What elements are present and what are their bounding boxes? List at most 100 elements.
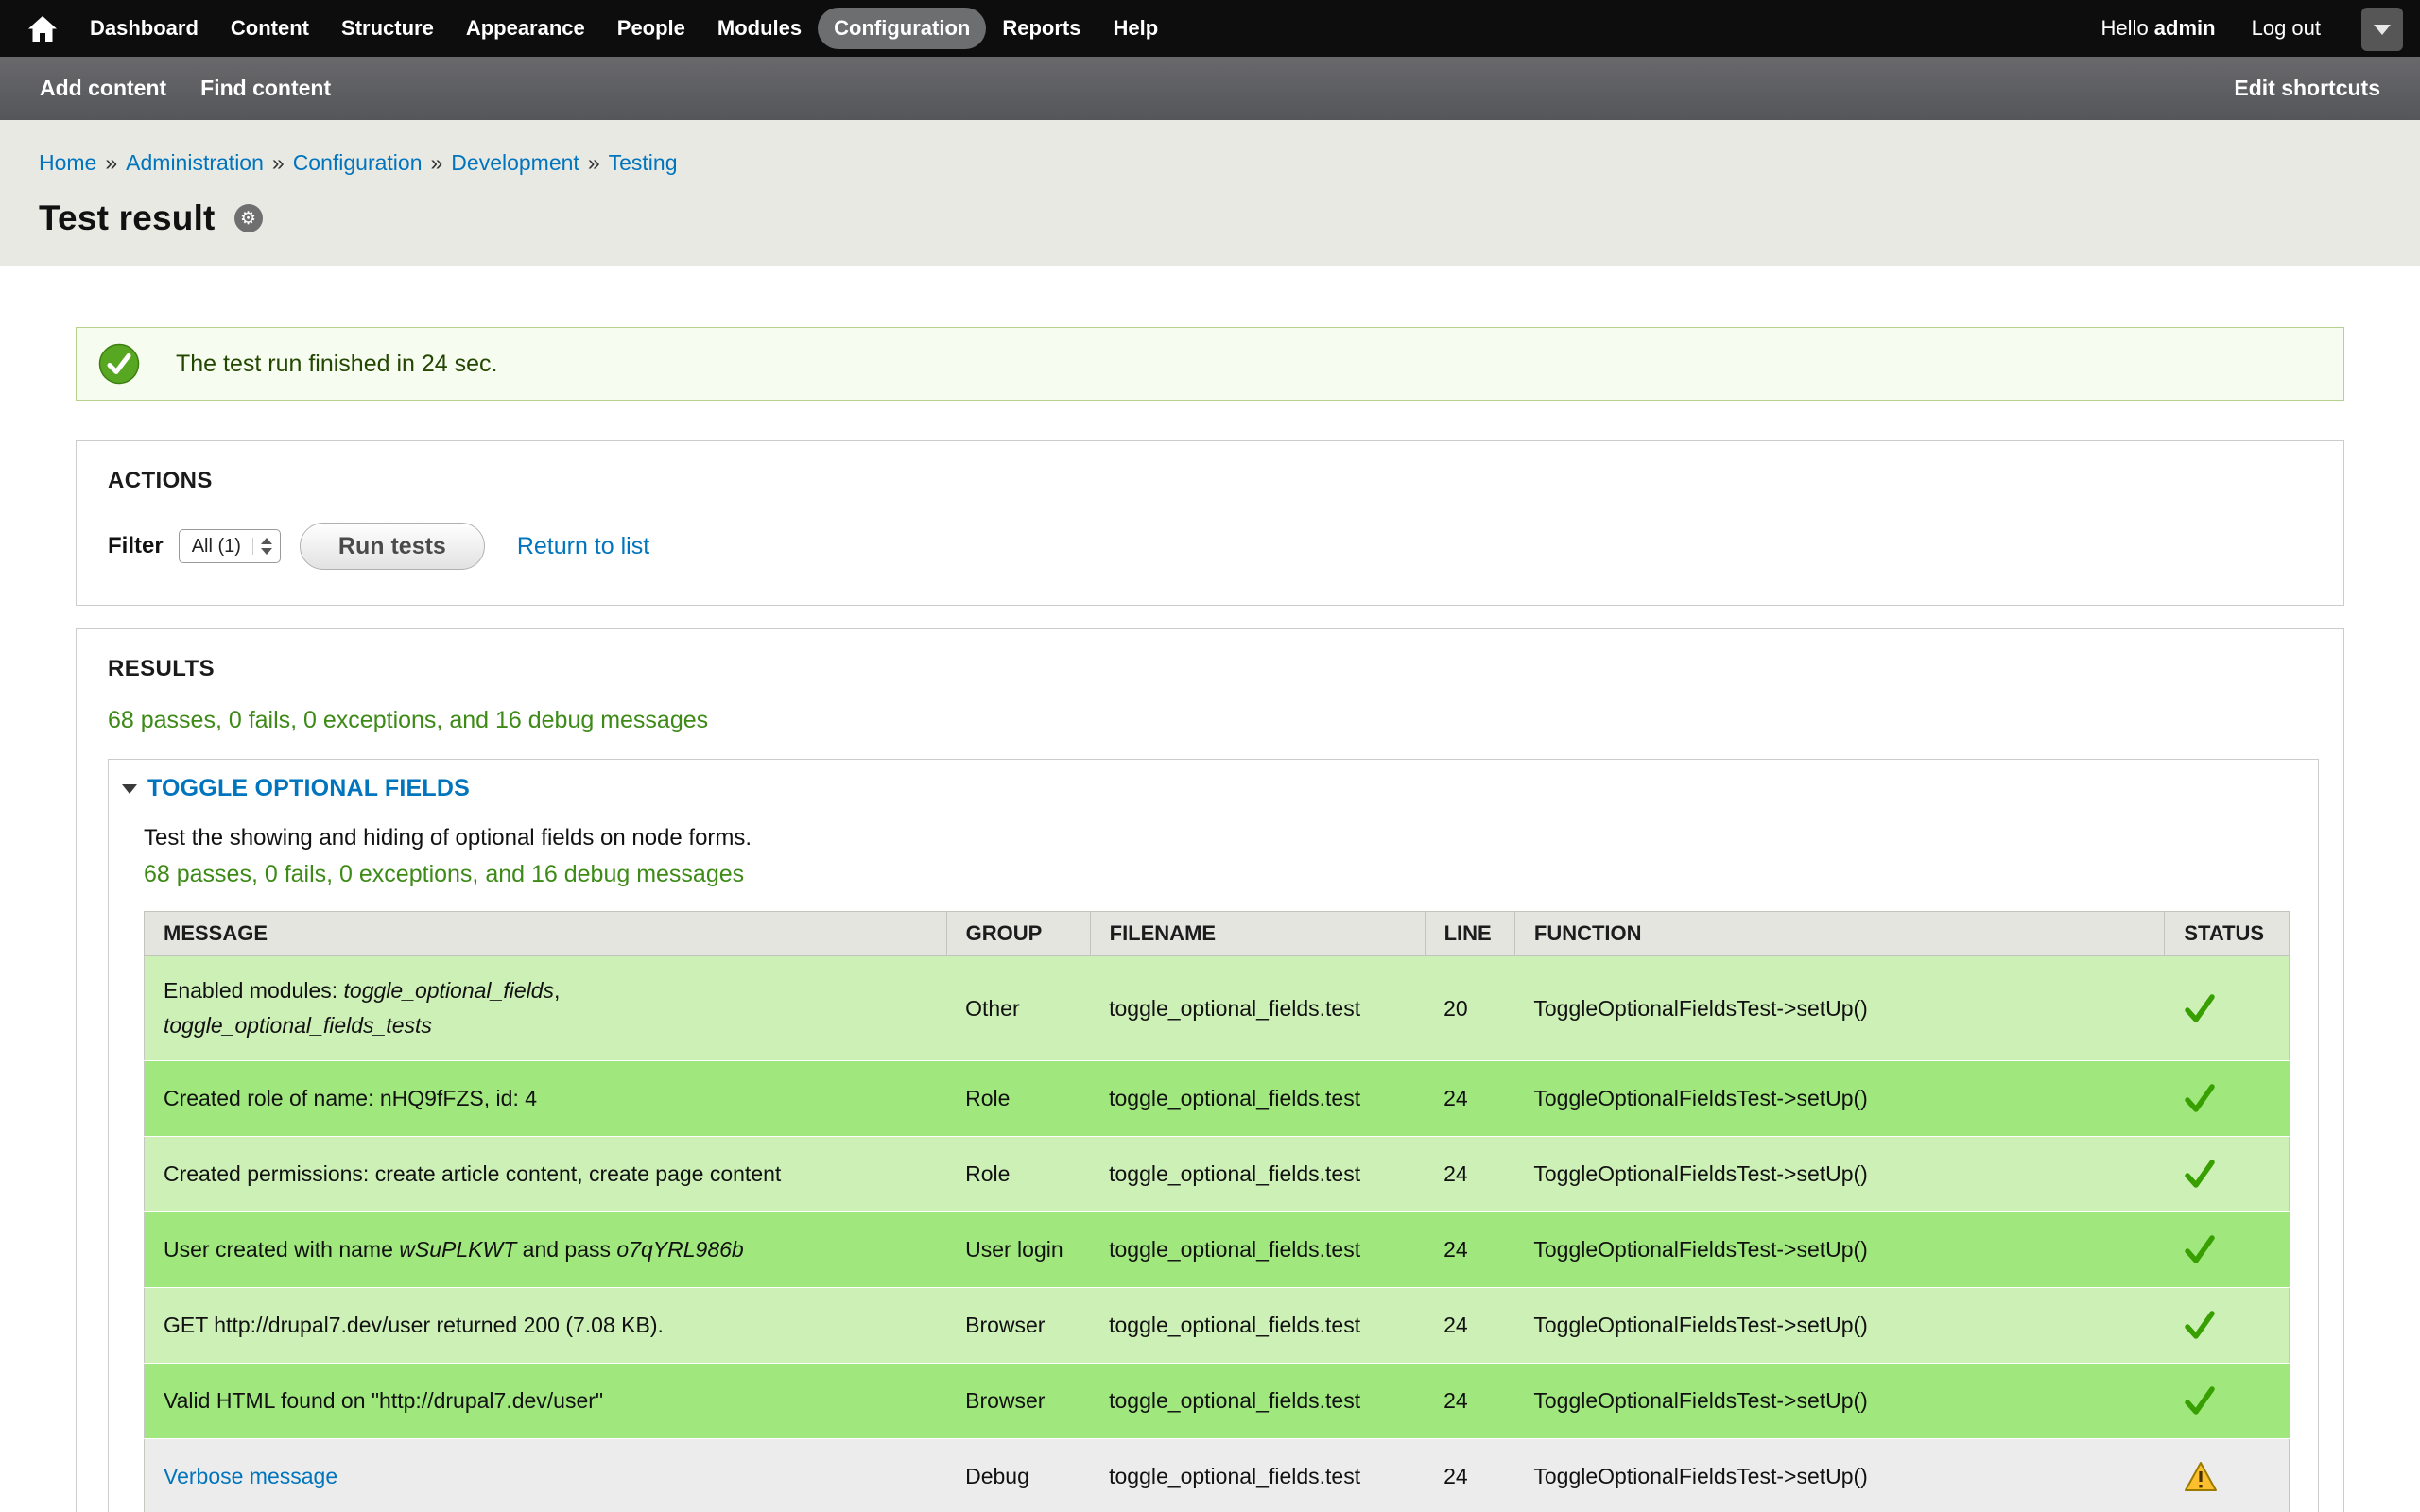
table-row: Created role of name: nHQ9fFZS, id: 4Rol… <box>145 1061 2290 1137</box>
message-text: wSuPLKWT <box>399 1237 516 1262</box>
cell-filename: toggle_optional_fields.test <box>1090 1364 1425 1439</box>
edit-shortcuts-link[interactable]: Edit shortcuts <box>2234 76 2380 101</box>
cell-filename: toggle_optional_fields.test <box>1090 1439 1425 1512</box>
table-row: Verbose message Debugtoggle_optional_fiel… <box>145 1439 2290 1512</box>
logout-link[interactable]: Log out <box>2252 16 2321 41</box>
toolbar-item-content[interactable]: Content <box>215 8 325 49</box>
status-message: The test run finished in 24 sec. <box>76 327 2344 401</box>
message-text: Enabled modules: <box>164 978 344 1003</box>
toolbar-item-people[interactable]: People <box>601 8 701 49</box>
message-text: , <box>554 978 560 1003</box>
actions-heading: ACTIONS <box>108 468 2315 494</box>
breadcrumb-home[interactable]: Home <box>39 150 96 175</box>
pass-icon <box>2184 1235 2216 1264</box>
cell-line: 24 <box>1425 1212 1514 1288</box>
select-arrows-icon <box>252 538 272 555</box>
toolbar-item-help[interactable]: Help <box>1097 8 1174 49</box>
message-text: toggle_optional_fields_tests <box>164 1013 432 1038</box>
filter-select[interactable]: All (1) <box>179 529 281 563</box>
test-group-fieldset: TOGGLE OPTIONAL FIELDS Test the showing … <box>108 759 2319 1512</box>
toolbar-item-dashboard[interactable]: Dashboard <box>74 8 215 49</box>
breadcrumb-testing[interactable]: Testing <box>609 150 678 175</box>
breadcrumb-separator: » <box>105 150 117 175</box>
user-greeting: Hello admin <box>2101 16 2216 41</box>
message-text: o7qYRL986b <box>616 1237 743 1262</box>
toolbar-item-reports[interactable]: Reports <box>986 8 1097 49</box>
cell-status <box>2165 1212 2290 1288</box>
pass-icon <box>2184 1386 2216 1416</box>
cell-line: 20 <box>1425 956 1514 1061</box>
cell-filename: toggle_optional_fields.test <box>1090 1137 1425 1212</box>
breadcrumb-administration[interactable]: Administration <box>126 150 264 175</box>
table-row: GET http://drupal7.dev/user returned 200… <box>145 1288 2290 1364</box>
results-panel: RESULTS 68 passes, 0 fails, 0 exceptions… <box>76 628 2344 1512</box>
breadcrumb: Home » Administration » Configuration » Develo… <box>39 150 2382 176</box>
cell-filename: toggle_optional_fields.test <box>1090 956 1425 1061</box>
cell-message: Created permissions: create article cont… <box>145 1137 947 1212</box>
warning-icon <box>2184 1461 2218 1492</box>
pass-icon <box>2184 994 2216 1023</box>
cell-status <box>2165 1439 2290 1512</box>
home-icon[interactable] <box>28 16 57 42</box>
breadcrumb-configuration[interactable]: Configuration <box>293 150 423 175</box>
cell-group: Debug <box>946 1439 1090 1512</box>
status-message-text: The test run finished in 24 sec. <box>176 351 497 378</box>
breadcrumb-separator: » <box>431 150 443 175</box>
toolbar-item-structure[interactable]: Structure <box>325 8 450 49</box>
page-title: Test result <box>39 198 216 238</box>
header-function: FUNCTION <box>1514 912 2165 956</box>
header-line: LINE <box>1425 912 1514 956</box>
run-tests-button[interactable]: Run tests <box>300 523 485 570</box>
actions-panel: ACTIONS Filter All (1) Run tests Return … <box>76 440 2344 606</box>
cell-line: 24 <box>1425 1364 1514 1439</box>
results-heading: RESULTS <box>108 656 2319 682</box>
return-to-list-link[interactable]: Return to list <box>517 533 649 560</box>
table-header-row: MESSAGE GROUP FILENAME LINE FUNCTION STA… <box>145 912 2290 956</box>
breadcrumb-separator: » <box>272 150 285 175</box>
shortcut-bar: Add content Find content Edit shortcuts <box>0 57 2420 120</box>
pass-icon <box>2184 1084 2216 1113</box>
cell-filename: toggle_optional_fields.test <box>1090 1288 1425 1364</box>
cell-group: User login <box>946 1212 1090 1288</box>
message-text: Valid HTML found on "http://drupal7.dev/… <box>164 1388 603 1413</box>
results-summary: 68 passes, 0 fails, 0 exceptions, and 16… <box>108 707 2319 734</box>
status-check-icon <box>98 343 140 385</box>
cell-filename: toggle_optional_fields.test <box>1090 1061 1425 1137</box>
toolbar-toggle-button[interactable] <box>2361 8 2403 51</box>
breadcrumb-separator: » <box>588 150 600 175</box>
verbose-message-link[interactable]: Verbose message <box>164 1464 337 1488</box>
cell-message: Verbose message <box>145 1439 947 1512</box>
username: admin <box>2154 16 2216 40</box>
gear-icon[interactable]: ⚙ <box>234 204 263 232</box>
message-text: User created with name <box>164 1237 399 1262</box>
header-status: STATUS <box>2165 912 2290 956</box>
message-text: Created permissions: create article cont… <box>164 1161 781 1186</box>
table-row: Enabled modules: toggle_optional_fields,… <box>145 956 2290 1061</box>
caret-down-icon <box>2374 25 2391 35</box>
fieldset-summary: 68 passes, 0 fails, 0 exceptions, and 16… <box>144 861 2290 888</box>
header-group: GROUP <box>946 912 1090 956</box>
cell-message: User created with name wSuPLKWT and pass… <box>145 1212 947 1288</box>
shortcut-add-content[interactable]: Add content <box>40 76 166 101</box>
cell-function: ToggleOptionalFieldsTest->setUp() <box>1514 1061 2165 1137</box>
cell-group: Browser <box>946 1364 1090 1439</box>
cell-status <box>2165 1364 2290 1439</box>
fieldset-description: Test the showing and hiding of optional … <box>144 825 2290 851</box>
cell-function: ToggleOptionalFieldsTest->setUp() <box>1514 1137 2165 1212</box>
header-message: MESSAGE <box>145 912 947 956</box>
table-row: Valid HTML found on "http://drupal7.dev/… <box>145 1364 2290 1439</box>
cell-function: ToggleOptionalFieldsTest->setUp() <box>1514 1288 2165 1364</box>
fieldset-legend-link[interactable]: TOGGLE OPTIONAL FIELDS <box>147 775 470 802</box>
shortcut-find-content[interactable]: Find content <box>200 76 331 101</box>
toolbar-item-modules[interactable]: Modules <box>701 8 818 49</box>
toolbar-item-appearance[interactable]: Appearance <box>450 8 601 49</box>
page-header-region: Home » Administration » Configuration » Develo… <box>0 120 2420 266</box>
collapse-arrow-icon <box>122 784 137 794</box>
toolbar-item-configuration[interactable]: Configuration <box>818 8 986 49</box>
cell-group: Other <box>946 956 1090 1061</box>
pass-icon <box>2184 1160 2216 1189</box>
cell-line: 24 <box>1425 1137 1514 1212</box>
cell-status <box>2165 956 2290 1061</box>
cell-line: 24 <box>1425 1288 1514 1364</box>
breadcrumb-development[interactable]: Development <box>451 150 579 175</box>
